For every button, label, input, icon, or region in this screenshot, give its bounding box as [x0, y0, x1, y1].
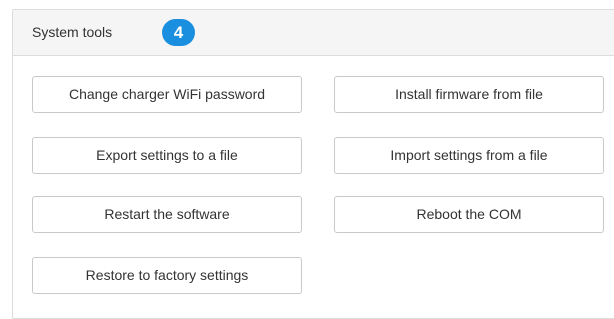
install-firmware-button[interactable]: Install firmware from file	[334, 76, 604, 113]
factory-reset-button[interactable]: Restore to factory settings	[32, 257, 302, 294]
change-wifi-password-button[interactable]: Change charger WiFi password	[32, 76, 302, 113]
step-number-badge: 4	[162, 19, 195, 46]
export-settings-button[interactable]: Export settings to a file	[32, 137, 302, 174]
panel-title: System tools	[32, 24, 113, 40]
reboot-com-button[interactable]: Reboot the COM	[334, 196, 604, 233]
restart-software-button[interactable]: Restart the software	[32, 196, 302, 233]
system-tools-panel: System tools 4 Change charger WiFi passw…	[12, 9, 614, 319]
import-settings-button[interactable]: Import settings from a file	[334, 137, 604, 174]
panel-header: System tools 4	[13, 10, 614, 56]
